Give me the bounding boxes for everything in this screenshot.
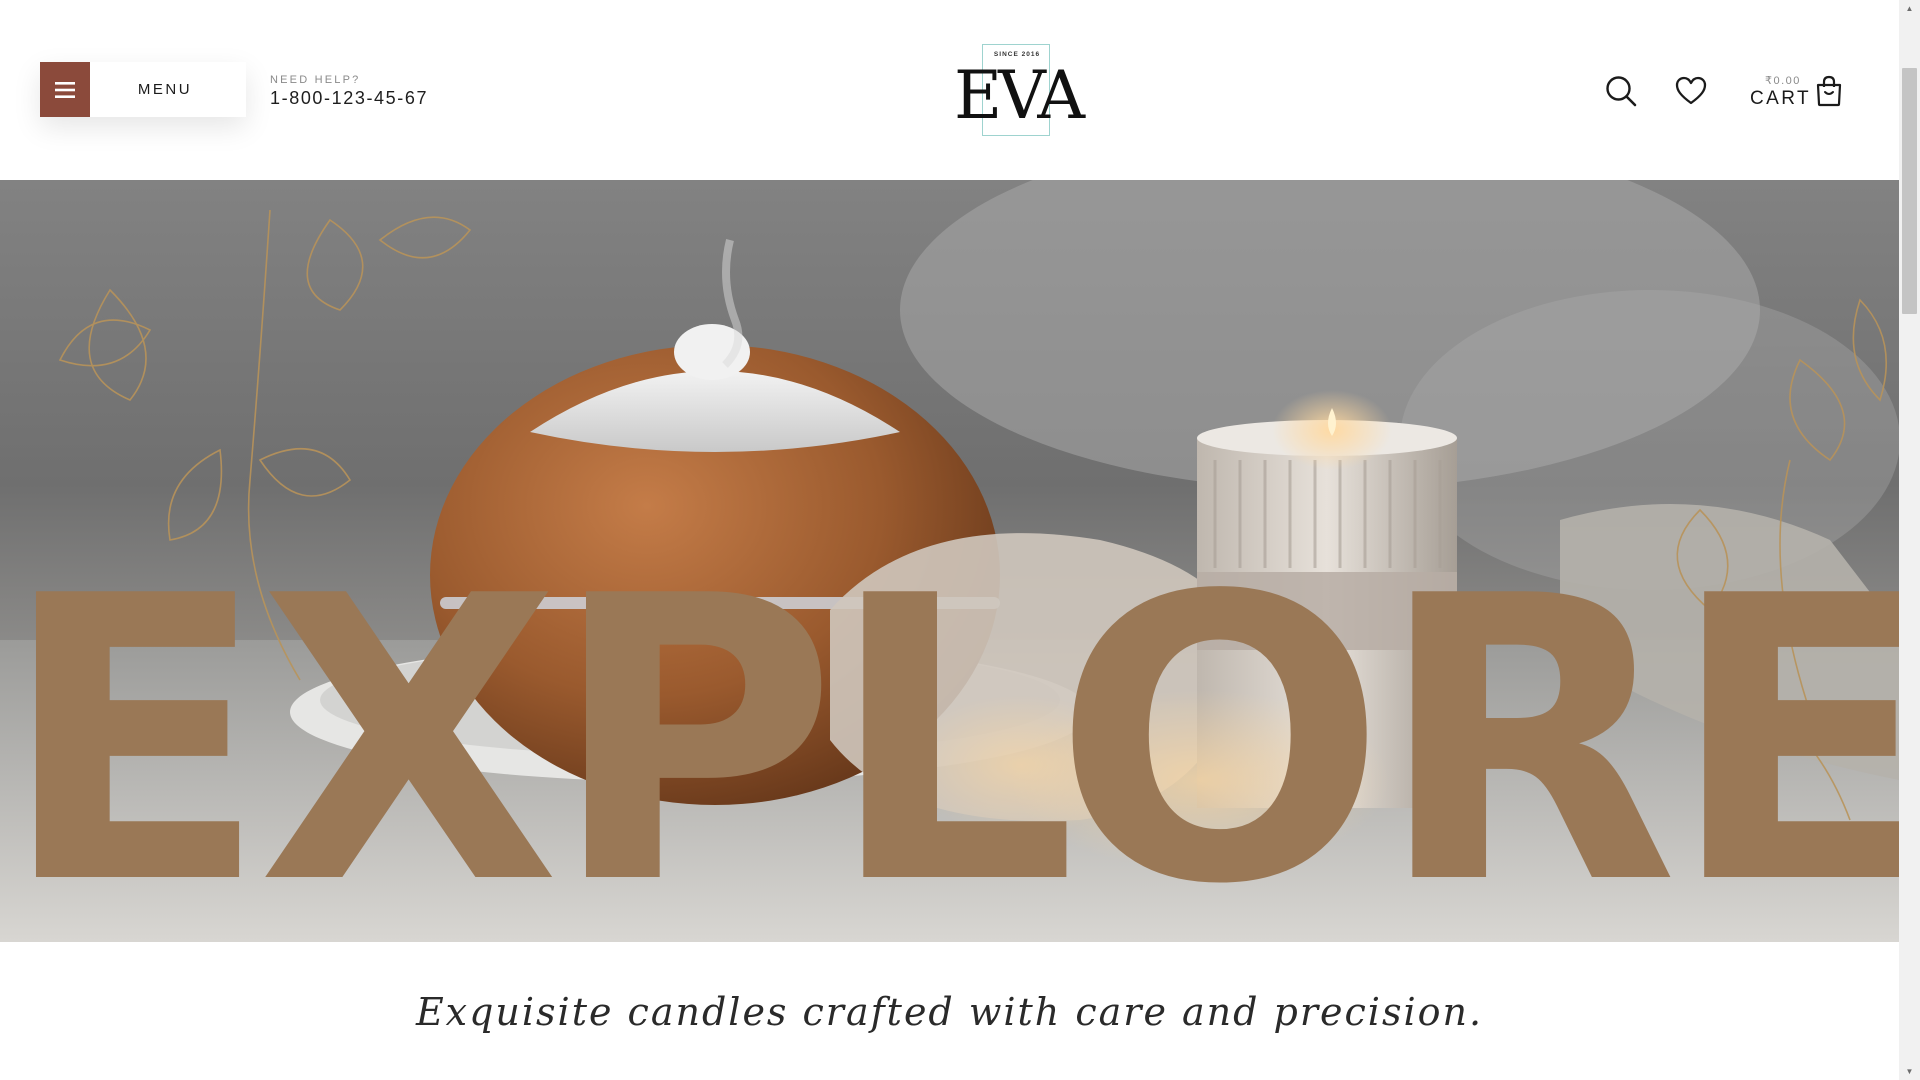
search-icon[interactable] xyxy=(1604,74,1638,108)
scroll-up-arrow-icon[interactable]: ▲ xyxy=(1899,0,1920,17)
page-scrollbar[interactable]: ▲ ▼ xyxy=(1899,0,1920,1080)
heart-icon[interactable] xyxy=(1674,74,1708,108)
site-header: MENU NEED HELP? 1-800-123-45-67 SINCE 20… xyxy=(0,0,1899,180)
help-contact: NEED HELP? 1-800-123-45-67 xyxy=(270,74,428,109)
hero-banner: EXPLORE xyxy=(0,180,1899,942)
menu-label: MENU xyxy=(137,81,193,98)
hero-title: EXPLORE xyxy=(0,514,1899,942)
menu-button[interactable]: MENU xyxy=(40,62,246,117)
site-logo[interactable]: SINCE 2016 EVA xyxy=(954,44,1085,136)
shopping-bag-icon xyxy=(1816,75,1842,107)
menu-icon xyxy=(40,62,90,117)
cart-button[interactable]: ₹0.00 CART xyxy=(1748,72,1844,114)
cart-label: CART xyxy=(1750,88,1811,109)
logo-wordmark: EVA xyxy=(954,57,1085,134)
help-phone-link[interactable]: 1-800-123-45-67 xyxy=(270,88,428,109)
cart-amount: ₹0.00 xyxy=(1765,75,1801,87)
scroll-down-arrow-icon[interactable]: ▼ xyxy=(1899,1063,1920,1080)
scrollbar-thumb[interactable] xyxy=(1902,68,1917,314)
help-label: NEED HELP? xyxy=(270,74,361,86)
tagline-text: Exquisite candles crafted with care and … xyxy=(415,990,1484,1034)
